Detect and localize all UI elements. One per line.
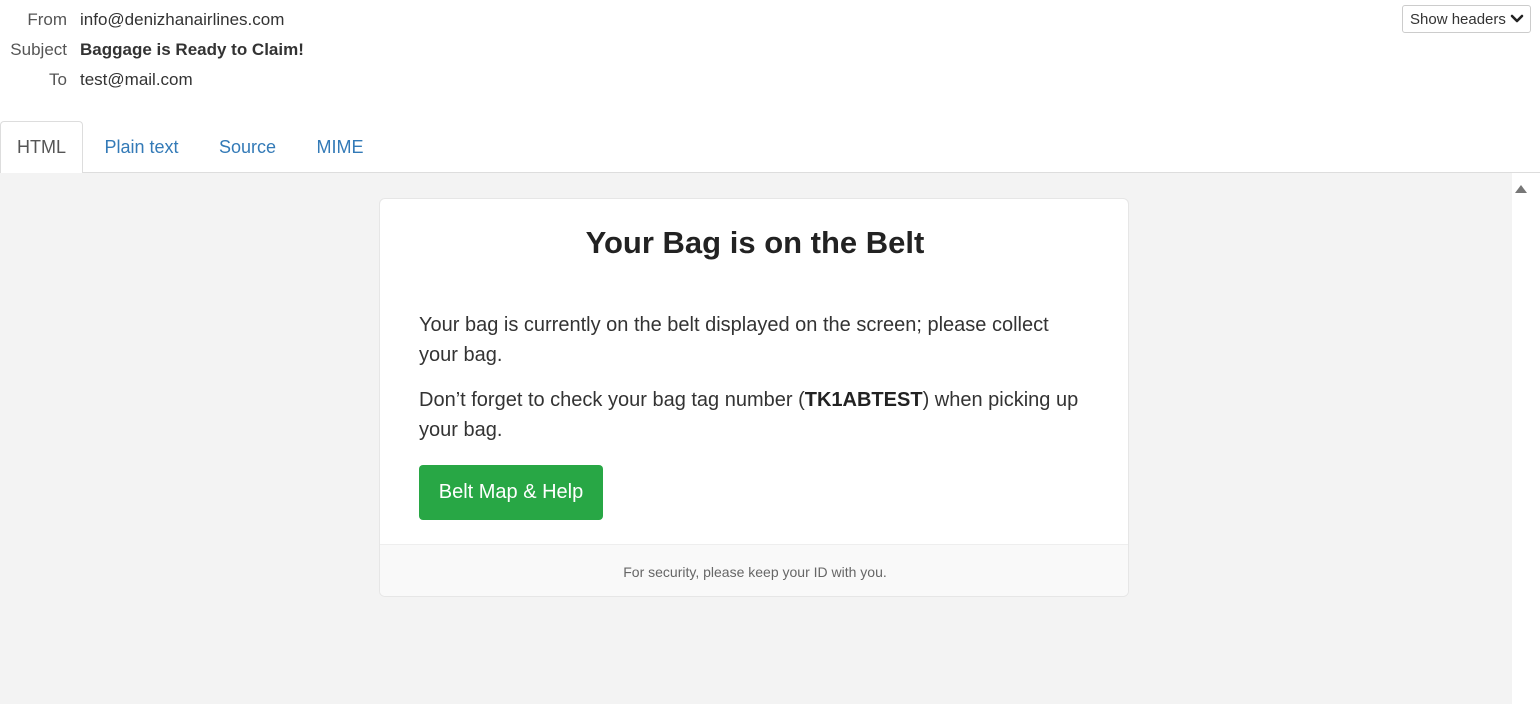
tab-html[interactable]: HTML [0,121,83,174]
email-title: Your Bag is on the Belt [585,225,925,260]
email-paragraph-2: Don’t forget to check your bag tag numbe… [419,385,1089,445]
header-row-from: From info@denizhanairlines.com [0,5,284,35]
footer-text: For security, please keep your ID with y… [623,563,887,580]
tab-mime[interactable]: MIME [305,121,375,173]
subject-label: Subject [10,40,67,59]
header-row-subject: Subject Baggage is Ready to Claim! [0,35,304,65]
show-headers-label: Show headers [1410,10,1506,28]
email-paragraph-1: Your bag is currently on the belt displa… [419,314,1049,366]
subject-value: Baggage is Ready to Claim! [80,40,304,59]
from-value: info@denizhanairlines.com [80,10,285,29]
tab-plain-text[interactable]: Plain text [93,121,190,173]
from-label: From [27,10,67,29]
email-headers: From info@denizhanairlines.com Subject B… [0,0,1540,122]
chevron-down-icon [1510,14,1524,24]
scroll-up-arrow-icon[interactable] [1514,182,1528,194]
vertical-scrollbar[interactable] [1512,173,1540,704]
show-headers-button[interactable]: Show headers [1402,5,1531,33]
tab-source[interactable]: Source [207,121,288,173]
bag-tag-number: TK1ABTEST [804,389,923,411]
paragraph-2-prefix: Don’t forget to check your bag tag numbe… [419,389,805,411]
email-footer: For security, please keep your ID with y… [380,544,1128,596]
header-row-to: To test@mail.com [0,65,193,95]
email-card: Your Bag is on the Belt Your bag is curr… [379,198,1129,597]
to-label: To [49,70,67,89]
email-body-viewer: Your Bag is on the Belt Your bag is curr… [0,173,1512,704]
view-tabs: HTML Plain text Source MIME [0,121,1540,174]
to-value: test@mail.com [80,70,193,89]
belt-map-help-button[interactable]: Belt Map & Help [419,465,603,520]
